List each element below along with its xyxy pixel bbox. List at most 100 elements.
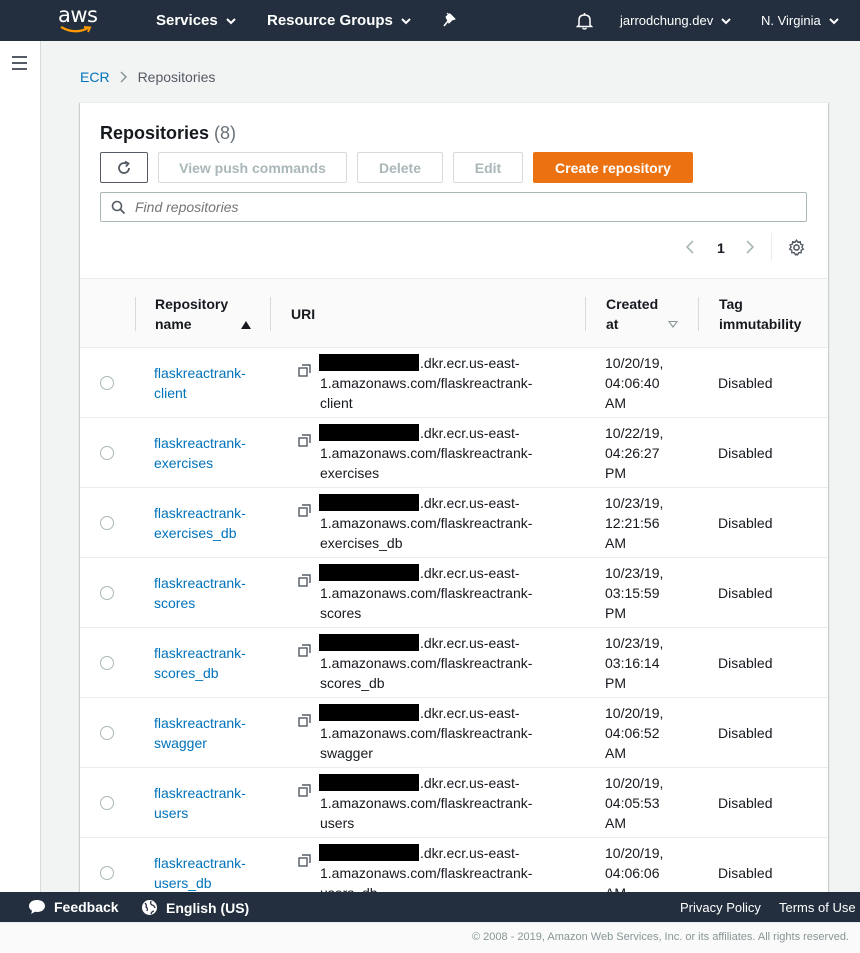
aws-logo[interactable]: aws [58,4,104,36]
uri-line3: scores_db [320,675,385,691]
uri-line3: scores [320,605,362,621]
column-separator [135,297,136,331]
create-repository-button[interactable]: Create repository [533,152,693,183]
row-select-radio[interactable] [100,726,114,740]
created-date: 10/22/19, [605,425,664,441]
terms-of-use-link[interactable]: Terms of Use [779,900,856,915]
repository-name-line1: flaskreactrank- [154,365,246,381]
feedback-link[interactable]: Feedback [28,899,119,915]
repository-name-link[interactable]: flaskreactrank- exercises [154,433,274,473]
region-menu[interactable]: N. Virginia [761,13,839,28]
repository-name-line1: flaskreactrank- [154,505,246,521]
caret-down-icon [829,17,839,24]
uri-line1: .dkr.ecr.us-east- [420,845,520,861]
repository-name-link[interactable]: flaskreactrank- swagger [154,713,274,753]
copy-icon[interactable] [298,574,311,587]
current-page[interactable]: 1 [717,240,725,256]
column-header-created[interactable]: Created at [606,294,696,334]
created-date: 10/23/19, [605,635,664,651]
language-selector[interactable]: English (US) [141,899,249,916]
row-select-radio[interactable] [100,656,114,670]
table-row[interactable]: flaskreactrank- scores .dkr.ecr.us-east-… [80,558,828,628]
created-time: 04:26:27 [605,445,660,461]
side-rail [0,41,41,892]
gear-icon[interactable] [788,239,805,256]
uri-line1: .dkr.ecr.us-east- [420,705,520,721]
table-row[interactable]: flaskreactrank- exercises_db .dkr.ecr.us… [80,488,828,558]
row-select-radio[interactable] [100,866,114,880]
copy-icon[interactable] [298,644,311,657]
sort-ascending-icon[interactable] [241,321,251,329]
row-select-radio[interactable] [100,796,114,810]
uri-line1: .dkr.ecr.us-east- [420,635,520,651]
refresh-button[interactable] [100,152,148,183]
delete-button[interactable]: Delete [357,152,443,183]
tag-immutability-value: Disabled [718,515,773,531]
breadcrumb-current: Repositories [137,69,216,85]
created-time: 03:15:59 [605,585,660,601]
feedback-icon [29,900,45,914]
row-select-radio[interactable] [100,516,114,530]
copy-icon[interactable] [298,784,311,797]
search-box [100,192,807,222]
row-select-radio[interactable] [100,586,114,600]
search-input[interactable] [135,199,785,215]
column-name-line2: name [155,316,192,332]
table-row[interactable]: flaskreactrank- client .dkr.ecr.us-east-… [80,348,828,418]
services-menu[interactable]: Services [156,12,236,29]
breadcrumb: ECR Repositories [80,69,215,85]
created-at: 10/23/19, 03:15:59 PM [605,563,695,623]
copy-icon[interactable] [298,714,311,727]
account-menu[interactable]: jarrodchung.dev [620,13,731,28]
privacy-policy-link[interactable]: Privacy Policy [680,900,761,915]
row-select-radio[interactable] [100,376,114,390]
bell-icon[interactable] [575,12,594,35]
table-row[interactable]: flaskreactrank- exercises .dkr.ecr.us-ea… [80,418,828,488]
created-ampm: AM [605,815,626,831]
view-push-commands-button[interactable]: View push commands [158,152,347,183]
edit-button[interactable]: Edit [453,152,523,183]
tag-immutability-value: Disabled [718,445,773,461]
uri-line1: .dkr.ecr.us-east- [420,775,520,791]
row-select-radio[interactable] [100,446,114,460]
created-ampm: AM [605,535,626,551]
created-at: 10/23/19, 03:16:14 PM [605,633,695,693]
column-header-name[interactable]: Repository name [155,294,228,334]
repository-name-link[interactable]: flaskreactrank- users_db [154,853,274,893]
repository-name-link[interactable]: flaskreactrank- client [154,363,274,403]
copy-icon[interactable] [298,854,311,867]
hamburger-icon[interactable] [12,56,27,74]
resource-groups-menu[interactable]: Resource Groups [267,12,411,29]
repository-name-line2: scores [154,595,196,611]
repository-name-line1: flaskreactrank- [154,645,246,661]
created-time: 04:05:53 [605,795,660,811]
table-header: Repository name URI Created at Tag immut… [80,278,828,348]
created-at: 10/20/19, 04:06:40 AM [605,353,695,413]
created-date: 10/20/19, [605,775,664,791]
copy-icon[interactable] [298,364,311,377]
repository-name-link[interactable]: flaskreactrank- scores [154,573,274,613]
table-row[interactable]: flaskreactrank- users .dkr.ecr.us-east- … [80,768,828,838]
repository-name-line2: exercises_db [154,525,237,541]
column-created-line2: at [606,316,619,332]
column-separator [585,297,586,331]
chevron-right-icon[interactable] [745,239,755,255]
created-time: 12:21:56 [605,515,660,531]
uri-line1: .dkr.ecr.us-east- [420,355,520,371]
repository-name-link[interactable]: flaskreactrank- exercises_db [154,503,274,543]
repository-name-line1: flaskreactrank- [154,855,246,871]
created-ampm: AM [605,745,626,761]
pin-icon[interactable] [443,12,457,33]
sort-descending-icon[interactable] [668,321,678,328]
created-at: 10/22/19, 04:26:27 PM [605,423,695,483]
copy-icon[interactable] [298,434,311,447]
table-row[interactable]: flaskreactrank- swagger .dkr.ecr.us-east… [80,698,828,768]
breadcrumb-ecr-link[interactable]: ECR [80,69,110,85]
repository-uri: .dkr.ecr.us-east- 1.amazonaws.com/flaskr… [320,493,560,553]
chevron-left-icon[interactable] [685,239,695,255]
repository-uri: .dkr.ecr.us-east- 1.amazonaws.com/flaskr… [320,423,560,483]
repository-name-link[interactable]: flaskreactrank- users [154,783,274,823]
copy-icon[interactable] [298,504,311,517]
table-row[interactable]: flaskreactrank- scores_db .dkr.ecr.us-ea… [80,628,828,698]
repository-name-link[interactable]: flaskreactrank- scores_db [154,643,274,683]
